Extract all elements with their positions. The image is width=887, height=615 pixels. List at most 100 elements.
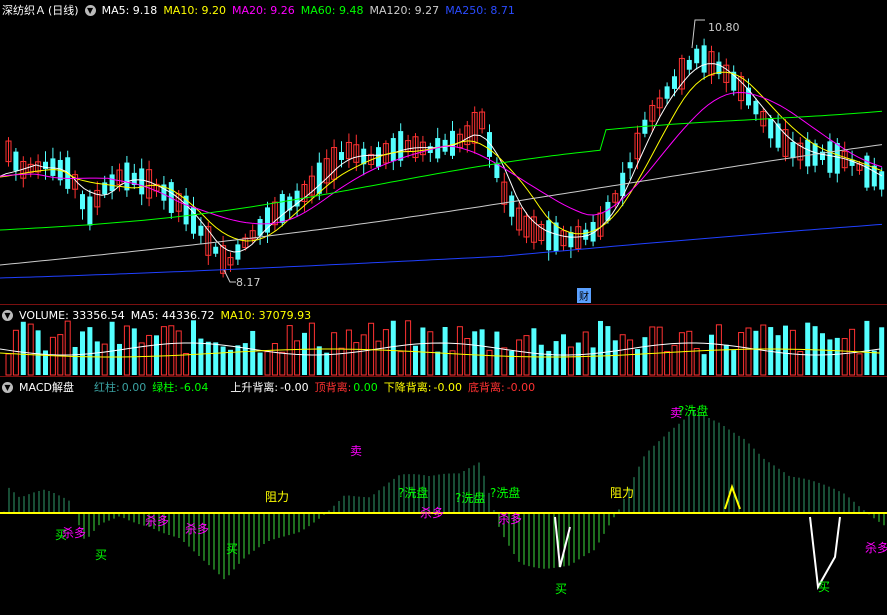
volume-bar-down — [235, 345, 241, 375]
candle-down — [450, 130, 455, 156]
volume-bar-up — [175, 330, 182, 376]
volume-bar-down — [709, 334, 714, 375]
volume-bar-up — [745, 327, 752, 376]
volume-bar-up — [671, 344, 678, 376]
candlestick-chart[interactable] — [0, 0, 887, 304]
chevron-down-icon[interactable]: ▼ — [2, 309, 13, 321]
candle-down — [50, 158, 56, 176]
candle-down — [279, 194, 285, 223]
macd-signal-label: 杀多 — [185, 521, 209, 536]
candle-down — [316, 162, 322, 194]
volume-bar-up — [286, 325, 293, 376]
volume-bar-down — [154, 335, 159, 375]
macd-signal-label: 买 — [226, 542, 238, 556]
volume-header: ▼ VOLUME: 33356.54 MA5: 44336.72 MA10: 3… — [2, 307, 311, 323]
candle-down — [198, 225, 204, 236]
green-bar-value: -6.04 — [179, 380, 209, 394]
volume-bar-up — [449, 350, 456, 376]
volume-bar-up — [664, 351, 671, 376]
ma20-line — [0, 91, 883, 225]
candle-down — [664, 86, 670, 99]
volume-bar-up — [382, 329, 389, 376]
candle-down — [694, 48, 700, 64]
volume-bar-down — [131, 328, 137, 375]
volume-bar-up — [789, 329, 796, 376]
volume-bar-up — [123, 325, 130, 376]
ma250-label: MA250: 8.71 — [445, 3, 515, 17]
volume-bar-down — [316, 346, 322, 375]
candle-down — [768, 118, 774, 139]
volume-bar-up — [405, 320, 412, 376]
volume-bar-down — [109, 321, 115, 375]
macd-signal-label: 杀多 — [420, 505, 444, 520]
macd-chart[interactable]: 卖卖买买 买买 买阻力 阻力?洗盘 ?洗盘 ?洗盘?洗盘杀多杀多杀多杀多 杀多杀多 — [0, 377, 887, 615]
volume-bar-up — [138, 342, 145, 376]
volume-bar-down — [390, 320, 396, 375]
volume-ma5: MA5: 44336.72 — [130, 308, 215, 322]
macd-signal-label: ?洗盘 — [678, 403, 708, 418]
candle-down — [398, 131, 404, 161]
green-bar-label: 绿柱: — [152, 381, 178, 394]
fall-div-label: 下降背离: — [383, 381, 432, 394]
volume-bar-up — [686, 330, 693, 376]
volume-bar-down — [72, 346, 78, 375]
volume-bar-down — [598, 320, 603, 375]
candle-down — [339, 152, 344, 160]
high-price-label: 10.80 — [708, 21, 740, 34]
volume-title: VOLUME: 33356.54 — [19, 308, 125, 322]
candle-down — [509, 195, 515, 217]
volume-bar-up — [5, 353, 12, 376]
candle-down — [568, 232, 574, 248]
macd-title: MACD解盘 — [19, 381, 74, 394]
volume-bar-down — [805, 322, 811, 375]
volume-bar-up — [656, 326, 663, 376]
macd-signal-label: 阻力 — [265, 490, 289, 504]
volume-panel[interactable]: ▼ VOLUME: 33356.54 MA5: 44336.72 MA10: 3… — [0, 304, 887, 377]
volume-bar-down — [575, 342, 581, 375]
candle-down — [790, 142, 796, 159]
volume-bar-down — [472, 331, 478, 375]
chevron-down-icon[interactable]: ▼ — [84, 4, 96, 16]
price-chart-panel[interactable]: 深纺织Ａ (日线) ▼ MA5: 9.18 MA10: 9.20 MA20: 9… — [0, 0, 887, 304]
resist-marker — [724, 483, 741, 510]
macd-header: ▼ MACD解盘 红柱: 0.00 绿柱: -6.04 上升背离: -0.00 … — [2, 379, 535, 395]
volume-bar-down — [442, 327, 448, 375]
finance-event-badge[interactable]: 财 — [577, 288, 591, 303]
volume-bar-up — [27, 323, 34, 376]
macd-signal-label: 卖 — [350, 444, 362, 458]
volume-bar-down — [753, 330, 759, 375]
volume-bar-down — [538, 344, 544, 375]
volume-bar-down — [642, 337, 648, 375]
macd-signal-label: ?洗盘 — [490, 485, 520, 500]
macd-signal-label: 杀多 — [865, 540, 887, 555]
chevron-down-icon[interactable]: ▼ — [2, 381, 13, 393]
candle-down — [879, 171, 885, 190]
volume-bar-up — [841, 338, 848, 376]
candle-down — [546, 220, 552, 251]
volume-bar-down — [191, 320, 196, 375]
volume-bar-up — [856, 353, 863, 376]
volume-bar-down — [879, 327, 885, 375]
volume-bar-up — [360, 334, 367, 376]
candle-down — [583, 229, 589, 240]
volume-bar-up — [567, 346, 574, 376]
volume-bar-down — [250, 330, 256, 375]
macd-panel[interactable]: 卖卖买买买买买阻力 阻力 ?洗盘 ?洗盘 ?洗盘 ?洗盘 杀多 杀多 杀多 杀多 杀多 杀多 ▼ MA… — [0, 376, 887, 615]
volume-bar-up — [279, 351, 286, 376]
candle-down — [390, 138, 396, 162]
candle-down — [827, 141, 833, 173]
volume-bar-down — [820, 333, 825, 375]
volume-bar-up — [12, 329, 19, 376]
macd-signal-label: 买 — [818, 580, 830, 594]
rise-div-value: -0.00 — [280, 380, 309, 394]
volume-bar-down — [635, 349, 640, 375]
candle-down — [686, 59, 692, 70]
volume-bar-up — [738, 332, 745, 376]
candle-down — [13, 151, 19, 171]
volume-bar-up — [456, 326, 463, 376]
volume-bar-down — [257, 352, 263, 375]
volume-bar-up — [168, 325, 175, 376]
volume-bar-down — [324, 352, 330, 375]
fall-div-value: -0.00 — [433, 380, 462, 394]
volume-bar-down — [205, 341, 211, 375]
